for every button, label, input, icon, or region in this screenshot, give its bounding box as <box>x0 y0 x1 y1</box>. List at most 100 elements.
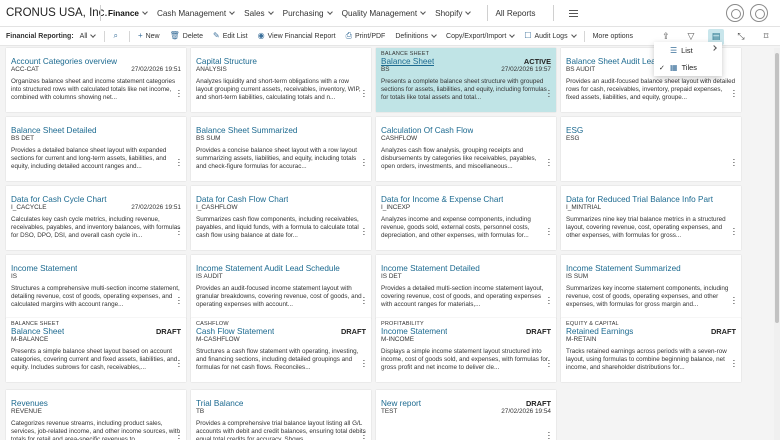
tile-name[interactable]: Calculation Of Cash Flow <box>381 126 473 135</box>
tile-name[interactable]: Retained Earnings <box>566 327 633 336</box>
report-tile[interactable]: BALANCE SHEET Balance Sheet DRAFT M-BALANCE… <box>6 318 186 382</box>
report-tile[interactable]: CASHFLOW Cash Flow Statement DRAFT M-CASHFL… <box>191 318 371 382</box>
audit-logs-menu[interactable]: ☐ Audit Logs <box>524 32 577 40</box>
nav-sales[interactable]: Sales <box>244 9 274 18</box>
filter-dropdown[interactable]: All <box>80 32 97 40</box>
report-tile[interactable]: Income Statement Audit Lead Schedule IS A… <box>191 255 371 319</box>
tile-meta-row: M-INCOME <box>381 336 551 343</box>
more-options-icon[interactable]: ⋯ <box>359 431 369 440</box>
more-options-button[interactable]: More options <box>593 33 633 40</box>
tile-name[interactable]: Data for Income & Expense Chart <box>381 195 503 204</box>
nav-quality-management[interactable]: Quality Management <box>342 9 426 18</box>
view-option-list[interactable]: ☰ List <box>654 42 722 59</box>
report-tile[interactable]: Calculation Of Cash Flow CASHFLOW Analyzes… <box>376 117 556 181</box>
view-financial-report-button[interactable]: ◉ View Financial Report <box>258 32 336 40</box>
report-tile[interactable]: Account Categories overview ACC-CAT 27/02/… <box>6 48 186 112</box>
more-options-icon[interactable]: ⋯ <box>174 296 184 305</box>
report-tile[interactable]: Revenues REVENUE Categorizes revenue strea… <box>6 390 186 440</box>
edit-list-button[interactable]: ✎ Edit List <box>213 32 248 40</box>
tile-name[interactable]: Data for Cash Cycle Chart <box>11 195 107 204</box>
new-button[interactable]: + New <box>138 32 160 40</box>
more-options-icon[interactable]: ⋯ <box>544 431 554 440</box>
tile-name[interactable]: Data for Cash Flow Chart <box>196 195 288 204</box>
tile-name[interactable]: Balance Sheet <box>11 327 64 336</box>
tile-title-row: Data for Reduced Trial Balance Info Part <box>566 195 736 204</box>
bookmark-icon[interactable]: ⌑ <box>758 29 774 45</box>
vertical-scrollbar[interactable] <box>774 48 780 440</box>
report-tile[interactable]: Data for Cash Flow Chart I_CASHFLOW Summar… <box>191 186 371 250</box>
company-name[interactable]: CRONUS USA, Inc. <box>0 7 108 19</box>
report-tile[interactable]: PROFITABILITY Income Statement DRAFT M-INCO… <box>376 318 556 382</box>
more-options-icon[interactable]: ⋯ <box>544 227 554 236</box>
report-tile[interactable]: Income Statement Detailed IS DET Provides … <box>376 255 556 319</box>
tile-name[interactable]: Income Statement <box>381 327 447 336</box>
more-options-icon[interactable]: ⋯ <box>544 158 554 167</box>
nav-cash-management[interactable]: Cash Management <box>157 9 235 18</box>
print-pdf-button[interactable]: ⎙ Print/PDF <box>346 32 386 40</box>
more-options-icon[interactable]: ⋯ <box>359 227 369 236</box>
more-options-icon[interactable]: ⋯ <box>729 227 739 236</box>
more-options-icon[interactable]: ⋯ <box>174 431 184 440</box>
report-tile[interactable]: Data for Income & Expense Chart I_INCEXP A… <box>376 186 556 250</box>
tile-name[interactable]: New report <box>381 399 421 408</box>
delete-button[interactable]: 🗑 Delete <box>170 32 203 40</box>
more-options-icon[interactable]: ⋯ <box>544 89 554 98</box>
tile-name[interactable]: Balance Sheet Summarized <box>196 126 298 135</box>
tile-name[interactable]: Income Statement Summarized <box>566 264 681 273</box>
copy-export-import-menu[interactable]: Copy/Export/Import <box>446 32 516 40</box>
more-options-icon[interactable]: ⋯ <box>729 158 739 167</box>
more-options-icon[interactable]: ⋯ <box>359 158 369 167</box>
report-tile[interactable]: Balance Sheet Detailed BS DET Provides a d… <box>6 117 186 181</box>
report-tile[interactable]: EQUITY & CAPITAL Retained Earnings DRAFT M-… <box>561 318 741 382</box>
more-options-icon[interactable]: ⋯ <box>359 89 369 98</box>
more-options-icon[interactable]: ⋯ <box>174 89 184 98</box>
tile-name[interactable]: ESG <box>566 126 583 135</box>
more-options-icon[interactable]: ⋯ <box>174 359 184 368</box>
report-tile[interactable]: Capital Structure ANALYSIS Analyzes liquid… <box>191 48 371 112</box>
more-options-icon[interactable]: ⋯ <box>729 359 739 368</box>
scrollbar-thumb[interactable] <box>775 53 779 323</box>
report-tile[interactable]: ESG ESG ⋯ <box>561 117 741 181</box>
report-tile[interactable]: New report DRAFT TEST 27/02/2026 19:54 ⋯ <box>376 390 556 440</box>
more-options-icon[interactable]: ⋯ <box>544 296 554 305</box>
tile-name[interactable]: Capital Structure <box>196 57 257 66</box>
tile-name[interactable]: Balance Sheet <box>381 57 434 66</box>
nav-finance[interactable]: Finance <box>108 9 148 18</box>
tile-name[interactable]: Balance Sheet Detailed <box>11 126 97 135</box>
report-tile[interactable]: Income Statement Summarized IS SUM Summari… <box>561 255 741 319</box>
tile-name[interactable]: Cash Flow Statement <box>196 327 274 336</box>
more-options-icon[interactable]: ⋯ <box>174 158 184 167</box>
nav-all-reports[interactable]: All Reports <box>495 9 535 18</box>
search-button[interactable]: ⌕ <box>113 32 120 40</box>
tile-name[interactable]: Account Categories overview <box>11 57 117 66</box>
tile-code: M-INCOME <box>381 336 415 343</box>
more-options-icon[interactable]: ⋯ <box>359 296 369 305</box>
nav-purchasing[interactable]: Purchasing <box>282 8 333 18</box>
collapse-icon[interactable]: ⤡ <box>733 29 749 45</box>
chevron-down-icon <box>229 9 235 15</box>
report-tile[interactable]: Balance Sheet Summarized BS SUM Provides a… <box>191 117 371 181</box>
menu-icon[interactable] <box>568 9 578 17</box>
more-options-icon[interactable]: ⋯ <box>174 227 184 236</box>
more-options-icon[interactable]: ⋯ <box>729 89 739 98</box>
more-options-icon[interactable]: ⋯ <box>729 296 739 305</box>
tile-name[interactable]: Income Statement <box>11 264 77 273</box>
definitions-menu[interactable]: Definitions <box>395 32 437 40</box>
tile-name[interactable]: Revenues <box>11 399 48 408</box>
report-tile[interactable]: Income Statement IS Structures a comprehen… <box>6 255 186 319</box>
report-tile[interactable]: Data for Reduced Trial Balance Info Part… <box>561 186 741 250</box>
view-option-tiles[interactable]: ✓ ▦ Tiles <box>654 59 722 76</box>
tile-name[interactable]: Data for Reduced Trial Balance Info Part <box>566 195 713 204</box>
more-options-icon[interactable]: ⋯ <box>359 359 369 368</box>
tile-name[interactable]: Trial Balance <box>196 399 243 408</box>
report-tile[interactable]: BALANCE SHEET Balance Sheet ACTIVE BS 27/02/… <box>376 48 556 112</box>
more-options-icon[interactable]: ⋯ <box>544 359 554 368</box>
tile-name[interactable]: Income Statement Audit Lead Schedule <box>196 264 340 273</box>
report-tile[interactable]: Trial Balance TB Provides a comprehensive … <box>191 390 371 440</box>
tile-name[interactable]: Income Statement Detailed <box>381 264 480 273</box>
tile-meta-row: TB <box>196 408 366 415</box>
nav-label: Purchasing <box>282 8 324 18</box>
tile-code: TEST <box>381 408 398 415</box>
nav-shopify[interactable]: Shopify <box>435 9 472 18</box>
report-tile[interactable]: Data for Cash Cycle Chart I_CACYCLE 27/02/… <box>6 186 186 250</box>
